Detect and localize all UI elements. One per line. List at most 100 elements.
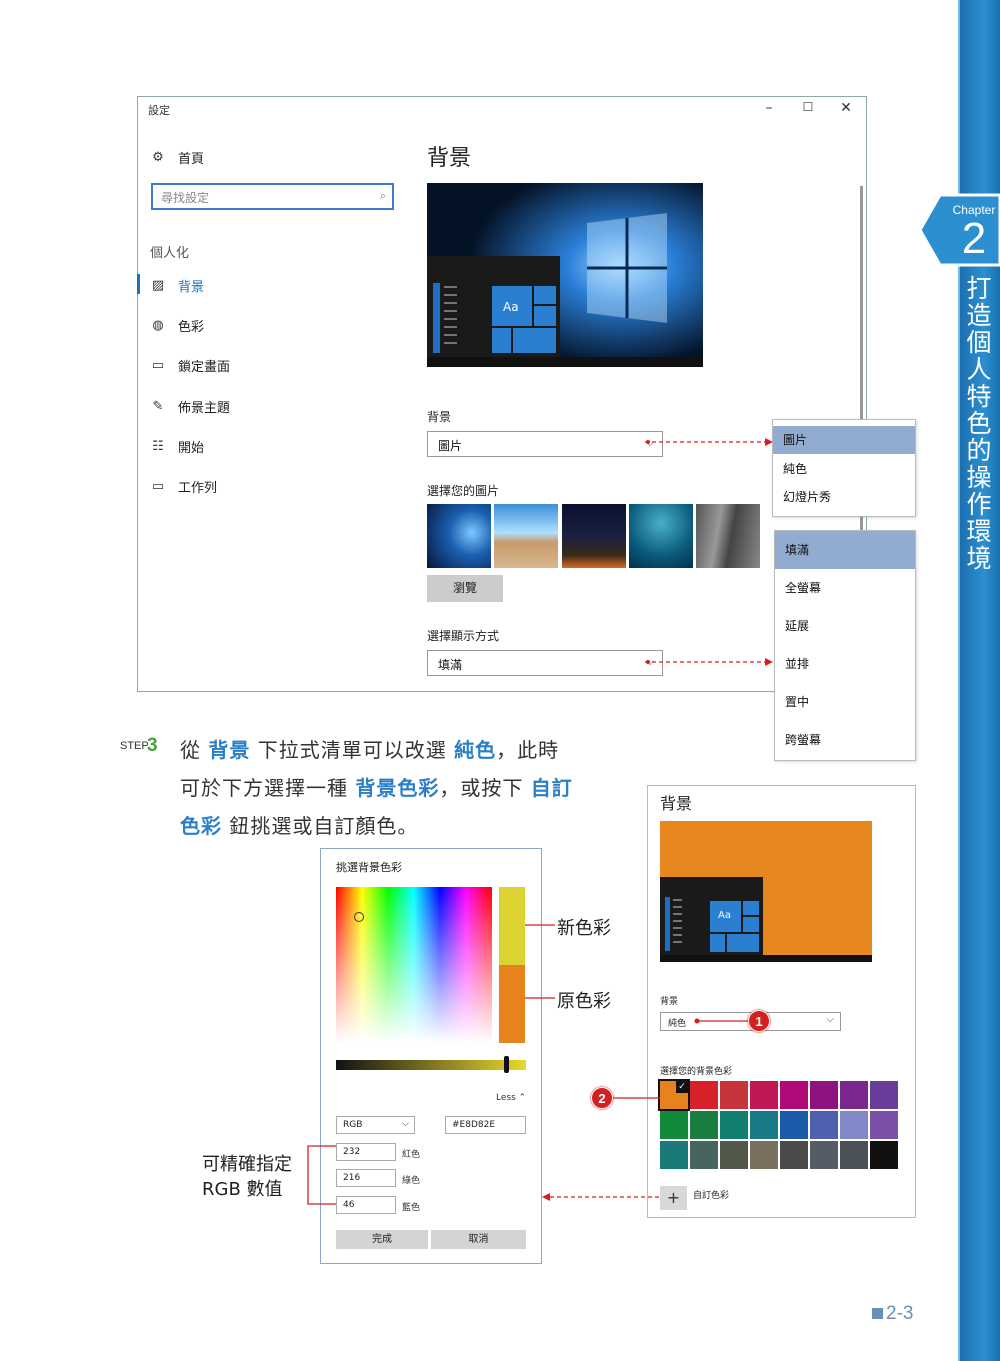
chevron-down-icon: ⌵ (826, 1014, 834, 1025)
callout-2-line (612, 1097, 660, 1099)
blue-input[interactable]: 46 (336, 1196, 396, 1214)
nav-item-themes[interactable]: ✎ 佈景主題 (150, 397, 230, 416)
palette-icon: ◍ (152, 318, 164, 333)
hex-input[interactable]: #E8D82E (445, 1116, 526, 1134)
window-title: 設定 (148, 104, 170, 117)
brightness-slider[interactable] (336, 1060, 526, 1070)
step-label: STEP (120, 740, 149, 752)
color-swatch[interactable] (810, 1111, 838, 1139)
done-button[interactable]: 完成 (336, 1230, 428, 1249)
option-fill[interactable]: 填滿 (775, 531, 915, 569)
color-swatch[interactable] (810, 1141, 838, 1169)
less-toggle[interactable]: Less ⌃ (496, 1093, 526, 1103)
green-label: 綠色 (402, 1176, 421, 1186)
color-swatch[interactable] (780, 1141, 808, 1169)
page-number-text: 2-3 (886, 1303, 914, 1324)
background-label: 背景 (427, 410, 452, 424)
search-input[interactable]: 尋找設定 ⌕ (151, 183, 394, 210)
option-slideshow[interactable]: 幻燈片秀 (773, 484, 915, 510)
less-label: Less (496, 1093, 516, 1103)
green-input[interactable]: 216 (336, 1169, 396, 1187)
color-swatch[interactable] (690, 1111, 718, 1139)
nav-home[interactable]: ⚙ 首頁 (150, 148, 204, 167)
panel-background-label: 背景 (660, 997, 679, 1007)
color-swatch[interactable] (870, 1141, 898, 1169)
checkmark-icon: ✓ (676, 1081, 688, 1093)
option-fit[interactable]: 全螢幕 (775, 569, 915, 607)
color-swatch[interactable] (660, 1111, 688, 1139)
thumbnail-windows[interactable] (427, 504, 491, 568)
option-tile[interactable]: 並排 (775, 645, 915, 683)
color-swatch[interactable] (840, 1081, 868, 1109)
color-swatch[interactable] (750, 1081, 778, 1109)
rgb-callout-bracket (307, 1145, 336, 1205)
color-swatch[interactable] (720, 1111, 748, 1139)
color-mode-value: RGB (343, 1120, 363, 1130)
color-swatch[interactable] (750, 1111, 778, 1139)
close-button[interactable]: ✕ (836, 100, 856, 116)
color-swatch[interactable] (840, 1141, 868, 1169)
color-swatch[interactable] (810, 1081, 838, 1109)
red-input[interactable]: 232 (336, 1143, 396, 1161)
nav-item-lock-screen[interactable]: ▭ 鎖定畫面 (150, 356, 230, 375)
color-swatch[interactable] (870, 1081, 898, 1109)
rgb-callout-line-2: RGB 數值 (202, 1179, 283, 1200)
arrows-to-dropdowns (645, 438, 773, 666)
nav-selected-indicator (137, 274, 140, 294)
color-swatch[interactable] (690, 1141, 718, 1169)
section-personalization: 個人化 (150, 246, 190, 261)
option-span[interactable]: 跨螢幕 (775, 721, 915, 759)
choose-color-label: 選擇您的背景色彩 (660, 1067, 733, 1077)
preview-tile-label: Aa (503, 300, 519, 314)
option-picture[interactable]: 圖片 (773, 426, 915, 454)
color-swatch[interactable] (840, 1111, 868, 1139)
browse-button[interactable]: 瀏覽 (427, 575, 503, 602)
color-spectrum[interactable] (336, 887, 492, 1043)
step-text-line-2: 可於下方選擇一種 背景色彩，或按下 自訂 (180, 776, 573, 800)
chapter-title: 打造個人特色的操作環境 (966, 274, 992, 573)
nav-item-background[interactable]: ▨ 背景 (150, 276, 204, 295)
spectrum-cursor[interactable] (354, 912, 364, 922)
maximize-button[interactable]: ☐ (798, 100, 818, 114)
option-stretch[interactable]: 延展 (775, 607, 915, 645)
minimize-button[interactable]: – (759, 100, 779, 116)
color-mode-select[interactable]: RGB ⌵ (336, 1116, 415, 1134)
option-center[interactable]: 置中 (775, 683, 915, 721)
nav-item-start[interactable]: ☷ 開始 (150, 437, 204, 456)
panel-title: 背景 (660, 794, 693, 813)
nav-label: 佈景主題 (178, 401, 231, 416)
color-swatch[interactable] (720, 1081, 748, 1109)
cancel-button[interactable]: 取消 (431, 1230, 526, 1249)
color-swatch[interactable] (870, 1111, 898, 1139)
nav-home-label: 首頁 (178, 152, 205, 167)
fit-options-list: 填滿 全螢幕 延展 並排 置中 跨螢幕 (774, 530, 916, 761)
new-color-callout: 新色彩 (557, 918, 611, 939)
color-swatch[interactable] (720, 1141, 748, 1169)
desktop-preview (427, 183, 703, 367)
color-swatch[interactable]: ✓ (658, 1079, 690, 1111)
color-swatch[interactable] (780, 1111, 808, 1139)
picker-title: 挑選背景色彩 (336, 861, 402, 874)
nav-item-taskbar[interactable]: ▭ 工作列 (150, 477, 217, 496)
callout-badge-2: 2 (591, 1087, 613, 1109)
nav-label: 鎖定畫面 (178, 360, 231, 375)
nav-label: 背景 (178, 280, 205, 295)
thumbnail-night-sky[interactable] (562, 504, 626, 568)
color-swatch[interactable] (750, 1141, 778, 1169)
step-text-line-1: 從 背景 下拉式清單可以改選 純色，此時 (180, 738, 560, 762)
background-dropdown-value: 圖片 (438, 439, 463, 453)
original-color-swatch (499, 965, 525, 1043)
thumbnail-beach[interactable] (494, 504, 558, 568)
fit-dropdown[interactable]: 填滿 ⌵ (427, 650, 663, 676)
custom-to-picker-arrow (542, 1193, 660, 1201)
color-swatch[interactable] (780, 1081, 808, 1109)
picture-icon: ▨ (151, 278, 165, 293)
nav-item-colors[interactable]: ◍ 色彩 (150, 316, 204, 335)
color-swatch[interactable] (660, 1141, 688, 1169)
panel-preview-tile-label: Aa (718, 910, 731, 921)
slider-handle[interactable] (504, 1056, 509, 1073)
color-swatch[interactable] (690, 1081, 718, 1109)
option-solid-color[interactable]: 純色 (773, 456, 915, 482)
color-grid: ✓ (658, 1079, 900, 1173)
background-dropdown[interactable]: 圖片 ⌵ (427, 431, 663, 457)
